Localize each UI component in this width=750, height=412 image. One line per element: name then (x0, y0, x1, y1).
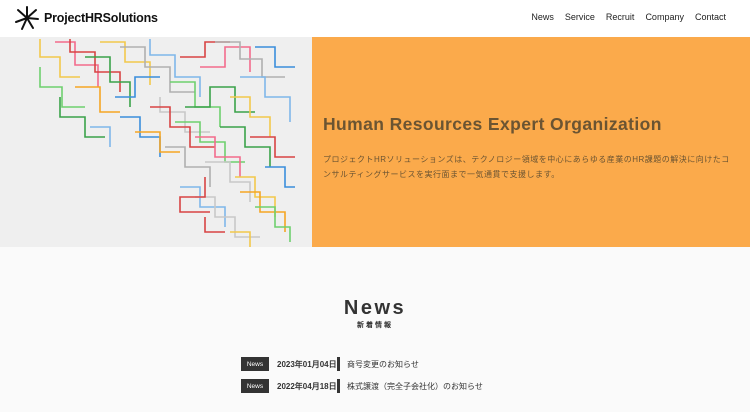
news-badge: News (241, 379, 269, 393)
news-date: 2023年01月04日 (277, 359, 337, 369)
news-item[interactable]: News 2023年01月04日 商号変更のお知らせ (241, 356, 419, 372)
news-divider (337, 357, 340, 371)
news-item[interactable]: News 2022年04月18日 株式譲渡（完全子会社化）のお知らせ (241, 378, 483, 394)
site-header: ProjectHRSolutions News Service Recruit … (0, 0, 750, 37)
hero-title: Human Resources Expert Organization (323, 114, 662, 134)
news-divider (337, 379, 340, 393)
news-badge: News (241, 357, 269, 371)
news-heading: News (343, 297, 407, 319)
news-date: 2022年04月18日 (277, 381, 337, 391)
logo-text: ProjectHRSolutions (44, 11, 158, 25)
nav-recruit[interactable]: Recruit (606, 12, 635, 22)
news-title-link[interactable]: 株式譲渡（完全子会社化）のお知らせ (347, 381, 483, 392)
news-section: News 新着情報 News 2023年01月04日 商号変更のお知らせ New… (0, 247, 750, 412)
nav-company[interactable]: Company (645, 12, 684, 22)
hero-description: プロジェクトHRソリューションズは、テクノロジー領域を中心にあらゆる産業のHR課… (323, 155, 730, 179)
hero-panel: Human Resources Expert Organization プロジェ… (312, 37, 750, 247)
news-subheading: 新着情報 (357, 322, 393, 329)
logo[interactable]: ProjectHRSolutions (14, 5, 158, 31)
nav-news[interactable]: News (531, 12, 554, 22)
logo-mark-icon (15, 6, 39, 30)
hero-graphic (0, 37, 312, 247)
news-title-link[interactable]: 商号変更のお知らせ (347, 359, 419, 370)
main-nav: News Service Recruit Company Contact (531, 12, 726, 22)
circuit-lines-graphic (39, 39, 295, 247)
nav-contact[interactable]: Contact (695, 12, 726, 22)
nav-service[interactable]: Service (565, 12, 595, 22)
